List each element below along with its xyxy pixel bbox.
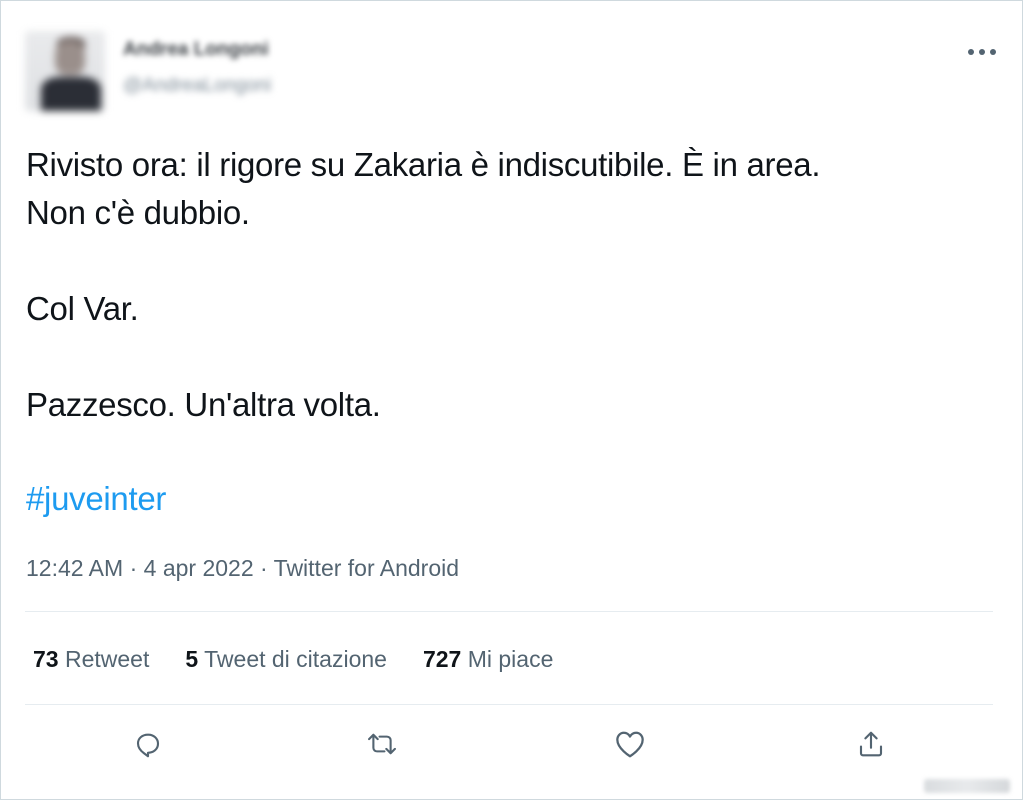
more-horizontal-icon — [967, 48, 997, 56]
quotes-stat[interactable]: 5 Tweet di citazione — [185, 644, 387, 674]
meta-separator: · — [129, 555, 138, 581]
retweets-count: 73 — [33, 646, 59, 672]
tweet-text-line: Non c'è dubbio. — [26, 194, 250, 231]
watermark — [924, 779, 1010, 793]
reply-button[interactable] — [123, 719, 173, 769]
heart-icon — [614, 729, 646, 759]
tweet-text-line: Pazzesco. Un'altra volta. — [26, 386, 381, 423]
retweet-button[interactable] — [357, 719, 407, 769]
tweet-card: Andrea Longoni @AndreaLongoni Rivisto or… — [0, 0, 1023, 800]
share-button[interactable] — [846, 719, 896, 769]
author-display-name[interactable]: Andrea Longoni — [123, 39, 269, 61]
likes-stat[interactable]: 727 Mi piace — [423, 644, 553, 674]
tweet-text-line: Rivisto ora: il rigore su Zakaria è indi… — [26, 146, 821, 183]
tweet-text-line: Col Var. — [26, 290, 139, 327]
more-options-button[interactable] — [964, 37, 1000, 67]
meta-separator: · — [260, 555, 268, 581]
quotes-count: 5 — [185, 646, 199, 672]
share-icon — [856, 729, 886, 759]
reply-icon — [133, 729, 163, 759]
like-button[interactable] — [605, 719, 655, 769]
likes-count: 727 — [422, 646, 462, 672]
tweet-text: Rivisto ora: il rigore su Zakaria è indi… — [26, 141, 1006, 429]
hashtag-link[interactable]: #juveinter — [26, 475, 166, 523]
tweet-stats: 73 Retweet 5 Tweet di citazione 727 Mi p… — [33, 644, 553, 674]
tweet-meta: 12:42 AM · 4 apr 2022 · Twitter for Andr… — [26, 553, 459, 583]
tweet-source[interactable]: Twitter for Android — [274, 555, 459, 581]
divider — [25, 704, 993, 705]
tweet-actions — [1, 719, 1023, 775]
avatar[interactable] — [25, 31, 105, 111]
likes-label: Mi piace — [467, 646, 554, 672]
retweet-icon — [366, 729, 398, 759]
quotes-label: Tweet di citazione — [204, 646, 387, 672]
tweet-time[interactable]: 12:42 AM — [26, 555, 123, 581]
retweets-stat[interactable]: 73 Retweet — [33, 644, 149, 674]
divider — [25, 611, 993, 612]
tweet-date[interactable]: 4 apr 2022 — [144, 555, 254, 581]
author-handle[interactable]: @AndreaLongoni — [123, 75, 271, 97]
retweets-label: Retweet — [64, 646, 150, 672]
